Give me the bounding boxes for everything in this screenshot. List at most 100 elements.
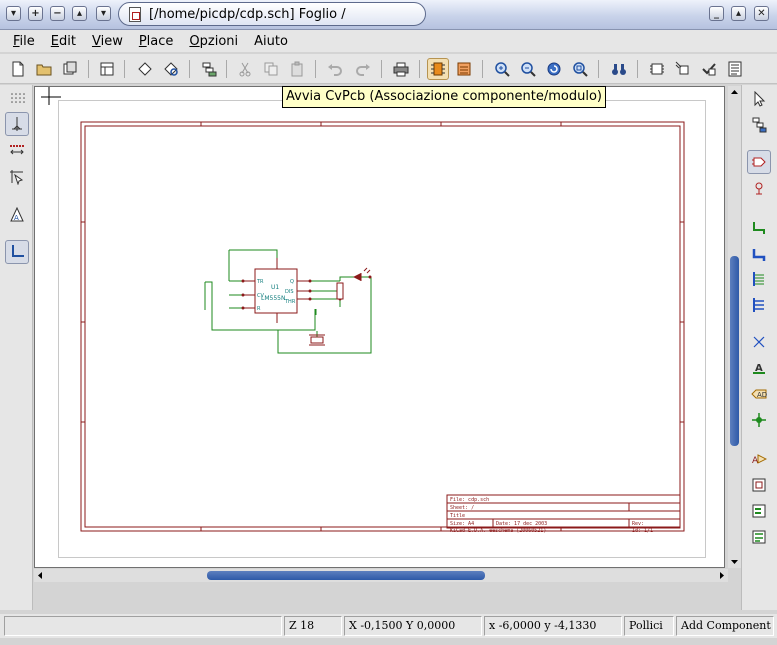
schematic-drawing: U1 LM555N TR CV R Q DIS THR File: cdp.sc… [41,87,685,534]
vertical-scroll-thumb[interactable] [730,256,739,447]
menu-bar: File Edit View Place Opzioni Aiuto [0,30,777,52]
cvpcb-icon[interactable] [427,58,449,80]
add-hierarchical-label-icon[interactable]: A [747,447,771,471]
add-bus-icon[interactable] [747,242,771,266]
vertical-scrollbar[interactable] [728,86,741,568]
select-arrow-icon[interactable] [747,87,771,111]
tb-id: Id: 1/1 [632,528,653,534]
erc-icon[interactable] [698,58,720,80]
tb-sheet: Sheet: / [450,505,474,511]
zoom-in-icon[interactable] [491,58,513,80]
tooltip: Avvia CvPcb (Associazione componente/mod… [282,86,606,108]
menu-edit[interactable]: Edit [46,34,81,49]
right-toolbar: A AD A [741,85,777,610]
bus-to-bus-entry-icon[interactable] [747,293,771,317]
resistor-r1 [336,282,344,300]
status-bar: Z 18 X -0,1500 Y 0,0000 x -6,0000 y -4,1… [0,614,777,638]
pin-label-dis: DIS [285,289,294,295]
menu-options[interactable]: Opzioni [184,34,243,49]
navigate-hierarchy-icon[interactable] [747,113,771,137]
grid-toggle-icon[interactable] [5,87,29,111]
schematic-canvas[interactable]: U1 LM555N TR CV R Q DIS THR File: cdp.sc… [34,86,725,568]
redraw-icon[interactable] [543,58,565,80]
crosshair-cursor [41,87,61,105]
add-component-icon[interactable] [747,150,771,174]
units-inch-icon[interactable] [5,112,29,136]
add-net-label-icon[interactable]: A [747,356,771,380]
scroll-down-icon[interactable] [728,556,741,568]
tb-size: Size: A4 [450,521,474,527]
zoom-out-icon[interactable] [517,58,539,80]
window-title-pill[interactable]: [/home/picdp/cdp.sch] Foglio / [118,2,426,26]
print-icon[interactable] [390,58,412,80]
sheet-settings-icon[interactable] [96,58,118,80]
zoom-fit-icon[interactable] [569,58,591,80]
library-editor-icon[interactable] [646,58,668,80]
close-icon[interactable]: ✕ [754,6,769,21]
save-icon[interactable] [59,58,81,80]
add-global-label-icon[interactable]: AD [747,382,771,406]
bom-icon[interactable] [724,58,746,80]
toolbar-separator [189,60,190,78]
schematic-doc-icon [129,6,141,22]
tb-kicad: KiCad E.D.A. eeschema (20060521) [450,528,546,534]
hierarchy-navigator-icon[interactable] [134,58,156,80]
open-folder-icon[interactable] [33,58,55,80]
find-binoculars-icon[interactable] [608,58,630,80]
minimize-icon[interactable]: _ [709,6,724,21]
horizontal-scroll-thumb[interactable] [206,571,485,580]
maximize-icon[interactable]: + [28,6,43,21]
maximize-icon[interactable]: ▴ [731,6,746,21]
cut-icon[interactable] [234,58,256,80]
add-power-icon[interactable] [747,177,771,201]
menu-help[interactable]: Aiuto [249,34,293,49]
ic-u1-ref: U1 [271,284,279,291]
scroll-left-icon[interactable] [34,569,46,582]
toolbar-separator [419,60,420,78]
window-menu-icon[interactable]: ▾ [6,6,21,21]
status-message [4,616,282,636]
sheet-ticks [81,122,684,531]
add-sheet-pin-icon[interactable] [747,525,771,549]
toolbar-separator [381,60,382,78]
no-connect-icon[interactable] [747,330,771,354]
copy-icon[interactable] [260,58,282,80]
add-junction-icon[interactable] [747,408,771,432]
wire-to-bus-entry-icon[interactable] [747,267,771,291]
paste-icon[interactable] [286,58,308,80]
pin-label-cv: CV [257,293,264,299]
scroll-right-icon[interactable] [716,569,728,582]
pcbnew-icon[interactable] [453,58,475,80]
redo-icon[interactable] [352,58,374,80]
cursor-shape-icon[interactable] [5,165,29,189]
hidden-pins-icon[interactable]: A [5,203,29,227]
units-mm-icon[interactable] [5,139,29,163]
minimize-icon[interactable]: − [50,6,65,21]
menu-view[interactable]: View [87,34,128,49]
svg-text:A: A [14,214,19,222]
menu-place[interactable]: Place [134,34,179,49]
menu-file[interactable]: File [8,34,40,49]
tb-date: Date: 17 dec 2003 [496,521,547,527]
find-icon[interactable] [160,58,182,80]
tb-file: File: cdp.sch [450,497,489,503]
toolbar-separator [315,60,316,78]
shade-icon[interactable]: ▴ [72,6,87,21]
wire-angle-icon[interactable] [5,240,29,264]
new-schematic-icon[interactable] [7,58,29,80]
dropdown-icon[interactable]: ▾ [96,6,111,21]
add-sheet-icon[interactable] [747,473,771,497]
netlist-icon[interactable] [198,58,220,80]
undo-icon[interactable] [324,58,346,80]
tb-title: Title [450,513,465,519]
sheet-border-outer [80,121,685,532]
import-sheet-pin-icon[interactable] [747,499,771,523]
toolbar-separator [88,60,89,78]
horizontal-scrollbar[interactable] [34,569,728,582]
add-wire-icon[interactable] [747,215,771,239]
pin-label-tr: TR [256,279,264,285]
scroll-up-icon[interactable] [728,86,741,98]
pin-label-q: Q [290,279,294,285]
pin-label-thr: THR [284,299,296,305]
annotate-icon[interactable] [672,58,694,80]
